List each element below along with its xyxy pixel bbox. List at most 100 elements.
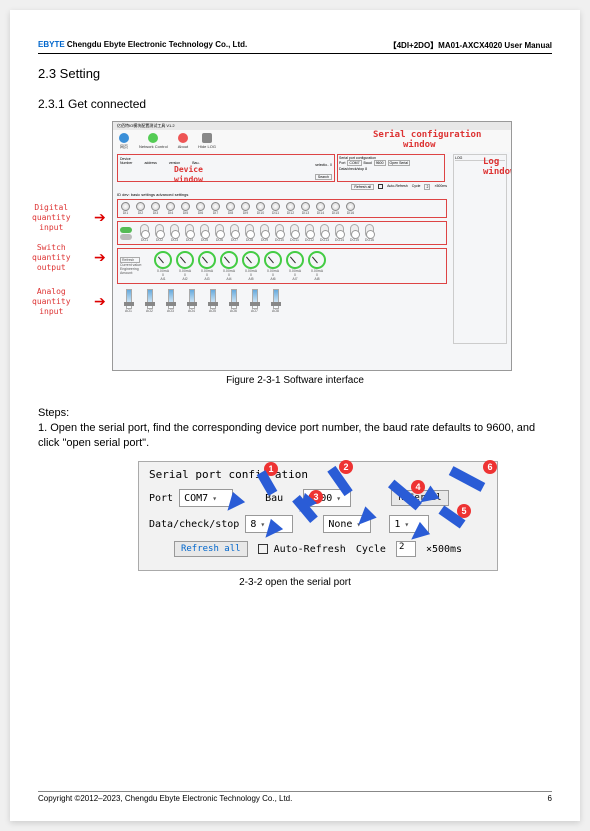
tabs[interactable]: ID dev: basic settings advanced settings xyxy=(117,192,447,197)
auto-refresh-chk-mini[interactable] xyxy=(378,184,383,189)
do-switch[interactable] xyxy=(260,224,269,238)
do-switch[interactable] xyxy=(170,224,179,238)
di-item: DI15 xyxy=(330,202,341,215)
page-header: EBYTE Chengdu Ebyte Electronic Technolog… xyxy=(38,40,552,54)
do-row: DO1DO2DO3DO4DO5DO6DO7DO8DO9DO10DO11DO12D… xyxy=(117,221,447,245)
ao-slider[interactable] xyxy=(147,289,153,309)
ao-item: AO8 xyxy=(270,289,281,313)
do-switch[interactable] xyxy=(185,224,194,238)
ao-slider[interactable] xyxy=(273,289,279,309)
ao-row: AO1AO2AO3AO4AO5AO6AO7AO8 xyxy=(117,287,447,315)
di-led xyxy=(181,202,190,211)
di-row: DI1DI2DI3DI4DI5DI6DI7DI8DI9DI10DI11DI12D… xyxy=(117,199,447,218)
ao-slider[interactable] xyxy=(168,289,174,309)
gauge-icon xyxy=(154,251,172,269)
do-switch[interactable] xyxy=(335,224,344,238)
di-led xyxy=(121,202,130,211)
di-led xyxy=(136,202,145,211)
ai-item: 0.00mA0AI6 xyxy=(264,251,282,281)
ao-item: AO6 xyxy=(228,289,239,313)
toolbar-btn-network[interactable]: Network Control xyxy=(139,133,168,149)
anno-ai: Analog quantity input xyxy=(32,287,71,317)
anno-di: Digital quantity input xyxy=(32,203,71,233)
do-switch[interactable] xyxy=(275,224,284,238)
label-device: Device xyxy=(174,165,203,174)
ao-slider[interactable] xyxy=(210,289,216,309)
di-led xyxy=(211,202,220,211)
ai-item: 0.00mA0AI7 xyxy=(286,251,304,281)
page-number: 6 xyxy=(548,794,552,803)
figure-1-caption: Figure 2-3-1 Software interface xyxy=(38,375,552,386)
serial-config-panel: Serial port confixxation Port COM7 Bau 9… xyxy=(138,461,498,571)
body-area: Refresh all Auto-Refresh Cycle 2 ×500ms … xyxy=(117,184,447,318)
gauge-icon xyxy=(242,251,260,269)
gauge-icon xyxy=(198,251,216,269)
window-titlebar: 亿佰特IO模块配置测试工具 V1.2 xyxy=(113,122,511,130)
serial-row-2: Data/check/stop 8 None 1 xyxy=(149,515,487,533)
do-switch[interactable] xyxy=(230,224,239,238)
do-item: DO5 xyxy=(199,224,210,242)
ao-slider[interactable] xyxy=(189,289,195,309)
do-item: DO14 xyxy=(334,224,345,242)
do-switch[interactable] xyxy=(365,224,374,238)
di-led xyxy=(301,202,310,211)
do-item: DO4 xyxy=(184,224,195,242)
toolbar-btn-about[interactable]: About xyxy=(178,133,188,149)
serial-box: Serial port configuration Port COM7 Baud… xyxy=(337,154,445,182)
cycle-input[interactable]: 2 xyxy=(396,541,416,557)
port-select-mini[interactable]: COM7 xyxy=(347,160,361,166)
label-serial-config: Serial configuration xyxy=(373,130,481,140)
ao-item: AO1 xyxy=(123,289,134,313)
ao-slider[interactable] xyxy=(126,289,132,309)
toolbar-btn-hidelog[interactable]: Hide LOG xyxy=(198,133,216,149)
label-log: Log window xyxy=(483,157,512,177)
log-box: LOG xyxy=(453,154,507,344)
do-switch[interactable] xyxy=(215,224,224,238)
di-led xyxy=(166,202,175,211)
do-switch[interactable] xyxy=(350,224,359,238)
do-item: DO12 xyxy=(304,224,315,242)
do-switch[interactable] xyxy=(290,224,299,238)
device-row: Device Number address version Bau.. Devi… xyxy=(117,154,507,182)
do-item: DO15 xyxy=(349,224,360,242)
all-on-button[interactable] xyxy=(120,227,132,233)
badge-6: 6 xyxy=(483,460,497,474)
do-switch[interactable] xyxy=(305,224,314,238)
di-led xyxy=(151,202,160,211)
do-switch[interactable] xyxy=(200,224,209,238)
refresh-all-button[interactable]: Refresh all xyxy=(174,541,248,557)
di-item: DI11 xyxy=(270,202,281,215)
do-switch[interactable] xyxy=(140,224,149,238)
di-led xyxy=(196,202,205,211)
gauge-icon xyxy=(220,251,238,269)
cycle-input-mini[interactable]: 2 xyxy=(424,184,430,190)
open-serial-mini[interactable]: Open Serial xyxy=(388,160,410,166)
do-switch[interactable] xyxy=(155,224,164,238)
do-switch[interactable] xyxy=(245,224,254,238)
di-led xyxy=(316,202,325,211)
ao-item: AO2 xyxy=(144,289,155,313)
auto-refresh-checkbox[interactable] xyxy=(258,544,268,554)
company: Chengdu Ebyte Electronic Technology Co.,… xyxy=(67,40,247,49)
ai-item: 0.00mA0AI1 xyxy=(154,251,172,281)
ao-slider[interactable] xyxy=(231,289,237,309)
search-button[interactable]: Search xyxy=(315,174,332,180)
ao-slider[interactable] xyxy=(252,289,258,309)
refresh-all-mini[interactable]: Refresh all xyxy=(351,184,374,190)
doc-id: 【4DI+2DO】MA01-AXCX4020 User Manual xyxy=(389,40,552,51)
do-controls xyxy=(120,227,132,240)
do-switch[interactable] xyxy=(320,224,329,238)
dcs-label: Data/check/stop xyxy=(149,519,239,530)
all-off-button[interactable] xyxy=(120,234,132,240)
di-item: DI10 xyxy=(255,202,266,215)
steps: Steps: 1. Open the serial port, find the… xyxy=(38,406,552,451)
figure-1-wrap: Digital quantity input ➔ Switch quantity… xyxy=(38,121,552,371)
di-item: DI9 xyxy=(240,202,251,215)
ai-item: 0.00mA0AI3 xyxy=(198,251,216,281)
toolbar-btn-home[interactable]: 网页 xyxy=(119,133,129,150)
ai-row: Refresh Current value: Engineering Amoun… xyxy=(117,248,447,284)
device-box: Device Number address version Bau.. Devi… xyxy=(117,154,335,182)
baud-select-mini[interactable]: 9600 xyxy=(374,160,386,166)
log-panel: LOG xyxy=(453,154,507,344)
do-item: DO9 xyxy=(259,224,270,242)
